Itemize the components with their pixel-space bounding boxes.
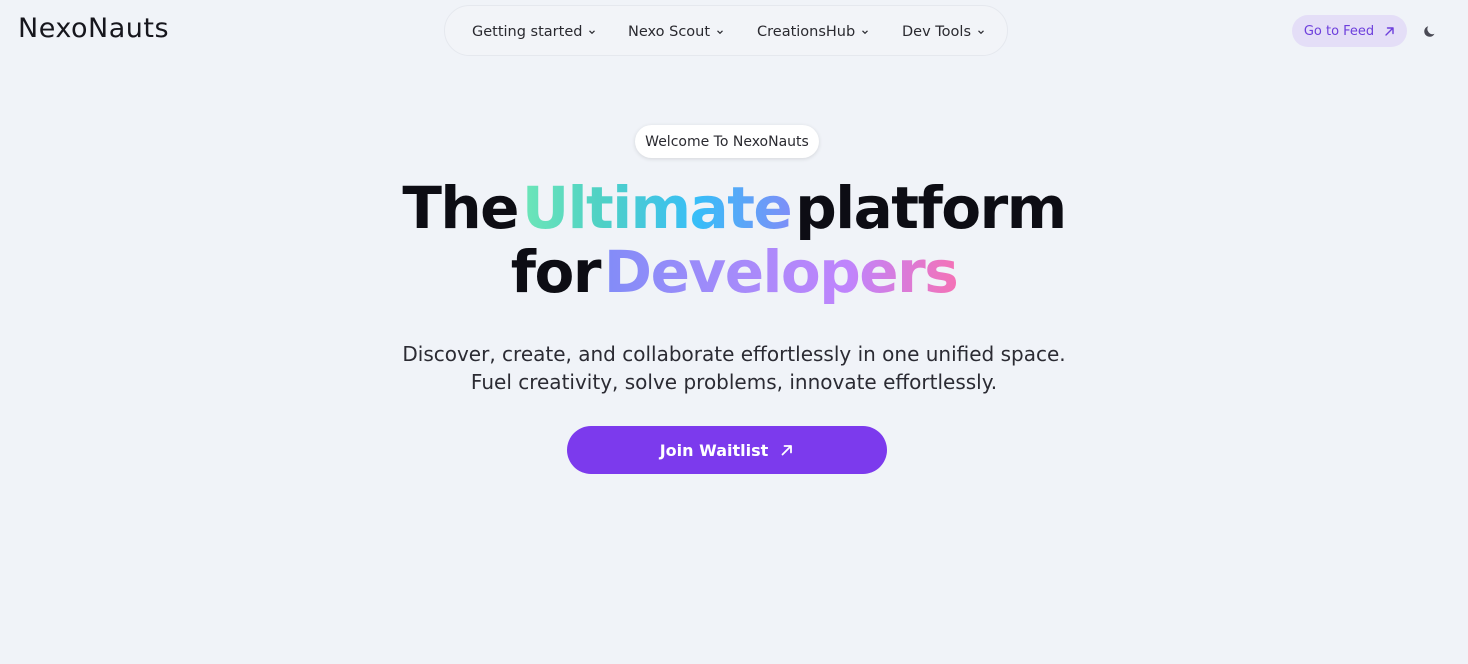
nav-item-label: Getting started — [472, 23, 583, 40]
subtitle-line: Fuel creativity, solve problems, innovat… — [470, 370, 998, 394]
nav-item-creationshub[interactable]: CreationsHub — [757, 6, 869, 57]
headline-highlight-ultimate: Ultimate — [518, 174, 795, 242]
headline-line-2: forDevelopers — [0, 240, 1468, 304]
headline-line-1: TheUltimateplatform — [0, 176, 1468, 240]
nav-item-label: CreationsHub — [757, 23, 856, 40]
headline-highlight-developers: Developers — [600, 238, 959, 306]
go-to-feed-label: Go to Feed — [1303, 23, 1375, 39]
nav-item-getting-started[interactable]: Getting started — [472, 6, 596, 57]
chevron-down-icon — [589, 29, 596, 34]
arrow-up-right-icon — [1385, 26, 1394, 36]
go-to-feed-button[interactable]: Go to Feed — [1292, 15, 1407, 47]
welcome-badge-label: Welcome To NexoNauts — [645, 133, 809, 150]
hero-headline: TheUltimateplatform forDevelopers — [0, 176, 1468, 304]
main-nav: Getting started Nexo Scout CreationsHub … — [444, 5, 1008, 56]
nav-item-label: Nexo Scout — [628, 23, 711, 40]
join-waitlist-button[interactable]: Join Waitlist — [567, 426, 887, 474]
hero-subtitle: Discover, create, and collaborate effort… — [0, 340, 1468, 396]
headline-text: The — [402, 174, 519, 242]
chevron-down-icon — [862, 29, 869, 34]
nav-item-nexo-scout[interactable]: Nexo Scout — [628, 6, 724, 57]
arrow-up-right-icon — [781, 445, 793, 456]
headline-text: platform — [795, 174, 1067, 242]
headline-text: for — [510, 238, 602, 306]
welcome-badge: Welcome To NexoNauts — [635, 125, 819, 158]
subtitle-line: Discover, create, and collaborate effort… — [402, 342, 1066, 366]
moon-icon[interactable] — [1422, 22, 1440, 40]
brand-logo[interactable]: NexoNauts — [18, 13, 169, 44]
nav-item-dev-tools[interactable]: Dev Tools — [902, 6, 985, 57]
chevron-down-icon — [717, 29, 723, 34]
chevron-down-icon — [978, 29, 984, 34]
join-waitlist-label: Join Waitlist — [659, 440, 769, 460]
nav-item-label: Dev Tools — [902, 23, 971, 40]
